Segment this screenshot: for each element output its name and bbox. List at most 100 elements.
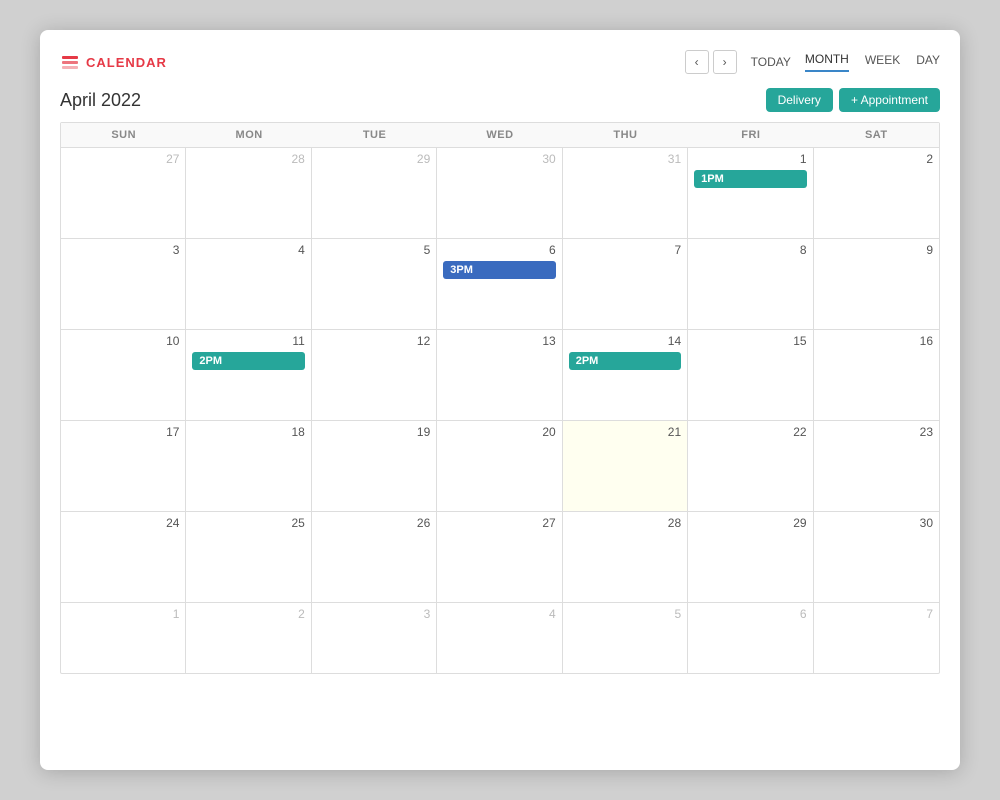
logo-text: CALENDAR — [86, 55, 167, 70]
day-cell-apr17[interactable]: 17 — [61, 421, 186, 511]
day-cell-may4[interactable]: 4 — [437, 603, 562, 673]
day-cell-may7[interactable]: 7 — [814, 603, 939, 673]
day-cell-apr19[interactable]: 19 — [312, 421, 437, 511]
day-cell-mar30[interactable]: 30 — [437, 148, 562, 238]
day-cell-apr2[interactable]: 2 — [814, 148, 939, 238]
header-tue: TUE — [312, 123, 437, 147]
day-cell-apr4[interactable]: 4 — [186, 239, 311, 329]
week-row-2: 3 4 5 6 3PM 7 8 9 — [61, 239, 939, 330]
day-cell-may2[interactable]: 2 — [186, 603, 311, 673]
day-cell-may5[interactable]: 5 — [563, 603, 688, 673]
day-num: 27 — [443, 516, 555, 530]
logo-icon — [60, 52, 80, 72]
next-button[interactable]: › — [713, 50, 737, 74]
day-cell-apr15[interactable]: 15 — [688, 330, 813, 420]
app-window: CALENDAR ‹ › TODAY MONTH WEEK DAY April … — [40, 30, 960, 770]
day-cell-apr13[interactable]: 13 — [437, 330, 562, 420]
week-row-3: 10 11 2PM 12 13 14 2PM 15 16 — [61, 330, 939, 421]
day-num: 1 — [67, 607, 179, 621]
event-apr14-2pm[interactable]: 2PM — [569, 352, 681, 370]
day-cell-apr24[interactable]: 24 — [61, 512, 186, 602]
header-fri: FRI — [688, 123, 813, 147]
header-thu: THU — [563, 123, 688, 147]
day-num: 31 — [569, 152, 681, 166]
week-row-4: 17 18 19 20 21 22 23 — [61, 421, 939, 512]
prev-button[interactable]: ‹ — [685, 50, 709, 74]
tab-day[interactable]: DAY — [916, 52, 940, 72]
header-wed: WED — [437, 123, 562, 147]
day-cell-apr21[interactable]: 21 — [563, 421, 688, 511]
day-cell-apr20[interactable]: 20 — [437, 421, 562, 511]
day-cell-apr18[interactable]: 18 — [186, 421, 311, 511]
action-buttons: Delivery + Appointment — [766, 88, 940, 112]
day-cell-apr6[interactable]: 6 3PM — [437, 239, 562, 329]
day-num: 21 — [569, 425, 681, 439]
week-row-6: 1 2 3 4 5 6 7 — [61, 603, 939, 673]
day-num: 1 — [694, 152, 806, 166]
event-apr11-2pm[interactable]: 2PM — [192, 352, 304, 370]
day-num: 6 — [443, 243, 555, 257]
day-cell-apr11[interactable]: 11 2PM — [186, 330, 311, 420]
day-cell-apr30[interactable]: 30 — [814, 512, 939, 602]
day-cell-apr28[interactable]: 28 — [563, 512, 688, 602]
day-num: 5 — [569, 607, 681, 621]
day-cell-mar31[interactable]: 31 — [563, 148, 688, 238]
day-cell-apr29[interactable]: 29 — [688, 512, 813, 602]
day-num: 13 — [443, 334, 555, 348]
day-cell-apr9[interactable]: 9 — [814, 239, 939, 329]
day-num: 4 — [443, 607, 555, 621]
day-cell-apr12[interactable]: 12 — [312, 330, 437, 420]
day-num: 17 — [67, 425, 179, 439]
day-num: 18 — [192, 425, 304, 439]
nav-arrows: ‹ › — [685, 50, 737, 74]
day-cell-apr26[interactable]: 26 — [312, 512, 437, 602]
day-cell-apr25[interactable]: 25 — [186, 512, 311, 602]
calendar-grid: SUN MON TUE WED THU FRI SAT 27 28 29 30 … — [60, 122, 940, 674]
day-cell-mar29[interactable]: 29 — [312, 148, 437, 238]
day-cell-apr10[interactable]: 10 — [61, 330, 186, 420]
event-apr6-3pm[interactable]: 3PM — [443, 261, 555, 279]
tab-month[interactable]: MONTH — [805, 52, 849, 72]
appointment-button[interactable]: + Appointment — [839, 88, 940, 112]
header-mon: MON — [186, 123, 311, 147]
day-cell-may3[interactable]: 3 — [312, 603, 437, 673]
day-cell-apr22[interactable]: 22 — [688, 421, 813, 511]
day-cell-may1[interactable]: 1 — [61, 603, 186, 673]
day-cell-apr16[interactable]: 16 — [814, 330, 939, 420]
calendar-body: 27 28 29 30 31 1 1PM 2 3 4 5 6 3PM — [61, 148, 939, 673]
day-num: 10 — [67, 334, 179, 348]
day-num: 8 — [694, 243, 806, 257]
today-button[interactable]: TODAY — [751, 55, 791, 69]
day-num: 25 — [192, 516, 304, 530]
day-cell-mar28[interactable]: 28 — [186, 148, 311, 238]
delivery-button[interactable]: Delivery — [766, 88, 833, 112]
day-cell-apr5[interactable]: 5 — [312, 239, 437, 329]
day-cell-may6[interactable]: 6 — [688, 603, 813, 673]
calendar-header: SUN MON TUE WED THU FRI SAT — [61, 123, 939, 148]
day-num: 4 — [192, 243, 304, 257]
tab-week[interactable]: WEEK — [865, 52, 900, 72]
day-num: 30 — [820, 516, 933, 530]
day-num: 7 — [820, 607, 933, 621]
day-cell-mar27[interactable]: 27 — [61, 148, 186, 238]
title-row: April 2022 Delivery + Appointment — [60, 88, 940, 112]
day-num: 11 — [192, 334, 304, 348]
day-num: 6 — [694, 607, 806, 621]
day-cell-apr3[interactable]: 3 — [61, 239, 186, 329]
day-cell-apr7[interactable]: 7 — [563, 239, 688, 329]
day-cell-apr8[interactable]: 8 — [688, 239, 813, 329]
week-row-5: 24 25 26 27 28 29 30 — [61, 512, 939, 603]
day-cell-apr1[interactable]: 1 1PM — [688, 148, 813, 238]
day-num: 12 — [318, 334, 430, 348]
event-apr1-1pm[interactable]: 1PM — [694, 170, 806, 188]
day-num: 14 — [569, 334, 681, 348]
day-cell-apr14[interactable]: 14 2PM — [563, 330, 688, 420]
day-cell-apr27[interactable]: 27 — [437, 512, 562, 602]
day-cell-apr23[interactable]: 23 — [814, 421, 939, 511]
day-num: 29 — [694, 516, 806, 530]
day-num: 2 — [192, 607, 304, 621]
day-num: 5 — [318, 243, 430, 257]
day-num: 19 — [318, 425, 430, 439]
day-num: 27 — [67, 152, 179, 166]
day-num: 3 — [67, 243, 179, 257]
